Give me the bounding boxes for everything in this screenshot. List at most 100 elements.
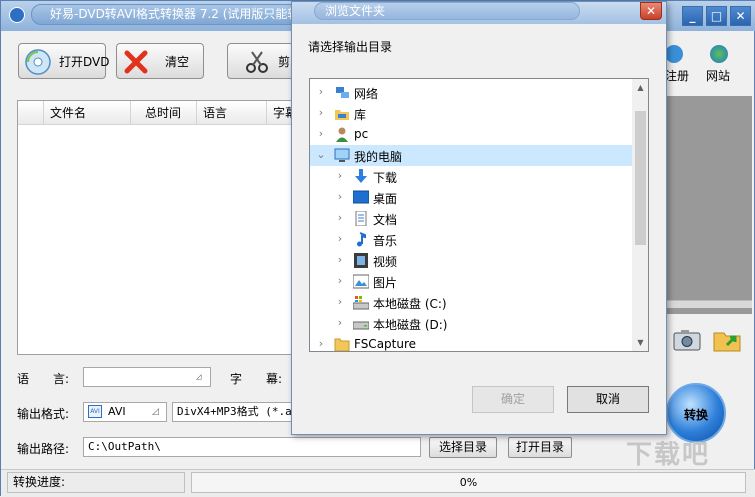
website-label[interactable]: 网站 [706,67,730,84]
close-button[interactable]: ✕ [730,6,751,26]
output-path-label: 输出路径: [17,442,70,456]
minimize-button[interactable]: _ [682,6,703,26]
file-list[interactable]: 文件名 总时间 语言 字幕 [17,100,292,355]
chevron-right-icon[interactable]: › [316,338,326,350]
tree-item-label: 图片 [373,276,398,290]
tree-item[interactable]: › 本地磁盘 (D:) [310,313,632,334]
chevron-right-icon[interactable]: › [335,191,345,203]
scroll-up-icon[interactable]: ▲ [632,79,648,96]
tree-item[interactable]: › 网络 [310,82,632,103]
globe-icon[interactable] [710,45,728,63]
chevron-right-icon[interactable]: › [335,296,345,308]
maximize-icon: □ [710,9,723,23]
browse-folder-dialog: 浏览文件夹 ✕ 请选择输出目录 › 网络 › 库 › pc ⌄ 我的电脑 › 下载 › 桌面 › 文档 › 音… [291,1,667,435]
dialog-close-button[interactable]: ✕ [640,2,662,20]
tree-item-label: 我的电脑 [354,150,403,164]
tree-item[interactable]: › FSCapture [310,334,632,351]
column-filename[interactable]: 文件名 [44,101,131,125]
main-window: 好易-DVD转AVI格式转换器 7.2 (试用版只能转 _ □ ✕ 打开DVD … [0,0,755,497]
music-icon [353,232,369,247]
chevron-right-icon[interactable]: › [335,254,345,266]
picture-icon [352,274,370,289]
tree-item[interactable]: › 音乐 [310,229,632,250]
chevron-right-icon[interactable]: › [335,317,345,329]
desktop-icon [352,190,370,205]
ok-button[interactable]: 确定 [472,386,554,413]
minimize-icon: _ [689,9,696,23]
clear-label: 清空 [165,55,190,69]
folder-tree[interactable]: › 网络 › 库 › pc ⌄ 我的电脑 › 下载 › 桌面 › 文档 › 音乐 › 视频 › 图片 › 本地磁盘 (C:… [309,78,649,352]
open-directory-button[interactable]: 打开目录 [508,437,572,458]
tree-item[interactable]: › 桌面 [310,187,632,208]
output-format-value: AVI [108,405,126,418]
convert-button[interactable]: 转换 [666,383,726,443]
system-drive-icon [352,295,370,310]
tree-item[interactable]: › 本地磁盘 (C:) [310,292,632,313]
tree-item[interactable]: ⌄ 我的电脑 [310,145,632,166]
open-dvd-button[interactable]: 打开DVD [18,43,110,79]
progress-bar: 0% [191,472,746,493]
maximize-button[interactable]: □ [706,6,727,26]
output-format-select[interactable]: AVI AVI ◿ [83,402,167,422]
clear-button[interactable]: 清空 [116,43,204,79]
cut-button[interactable]: 剪 [227,43,297,79]
convert-label: 转换 [683,408,708,422]
file-list-header: 文件名 总时间 语言 字幕 [18,101,291,125]
tree-item-label: 本地磁盘 (D:) [373,318,448,332]
camera-icon[interactable] [673,329,701,351]
column-duration[interactable]: 总时间 [131,101,197,125]
dropdown-arrow-icon: ◿ [196,372,202,382]
user-icon [334,127,350,142]
close-icon: ✕ [735,9,746,23]
column-subtitle[interactable]: 字幕 [267,101,291,125]
tree-item-label: 网络 [354,87,379,101]
chevron-down-icon[interactable]: ⌄ [316,149,326,161]
output-path-input[interactable]: C:\OutPath\ [83,437,421,457]
tree-item-label: 下载 [373,171,398,185]
dialog-title-bar: 浏览文件夹 ✕ [292,2,666,24]
tree-item-label: 库 [354,108,367,122]
language-select[interactable]: ◿ [83,367,211,387]
chevron-right-icon[interactable]: › [316,107,326,119]
chevron-right-icon[interactable]: › [316,128,326,140]
tree-item[interactable]: › 库 [310,103,632,124]
chevron-right-icon[interactable]: › [335,212,345,224]
document-icon [353,210,369,227]
column-language[interactable]: 语言 [197,101,267,125]
tree-item-label: pc [354,127,369,141]
output-format-label: 输出格式: [17,407,70,421]
open-dvd-label: 打开DVD [59,55,110,69]
scroll-down-icon[interactable]: ▼ [632,334,648,351]
choose-directory-button[interactable]: 选择目录 [429,437,497,458]
tree-item[interactable]: › 图片 [310,271,632,292]
register-label[interactable]: 注册 [665,67,689,84]
cut-label: 剪 [278,55,291,69]
column-check[interactable] [18,101,44,125]
tree-item[interactable]: › pc [310,124,632,145]
tree-item[interactable]: › 视频 [310,250,632,271]
chevron-right-icon[interactable]: › [335,275,345,287]
progress-percent: 0% [459,476,478,489]
scrollbar-thumb[interactable] [635,111,646,245]
chevron-right-icon[interactable]: › [335,233,345,245]
language-label: 语 言: [17,372,70,386]
register-icon[interactable] [665,45,683,63]
tree-item-label: 视频 [373,255,398,269]
app-logo-icon [9,7,25,23]
dialog-prompt: 请选择输出目录 [308,40,393,54]
tree-item[interactable]: › 文档 [310,208,632,229]
tree-scrollbar[interactable]: ▲ ▼ [632,79,648,351]
video-preview [664,96,752,314]
tree-item-label: 音乐 [373,234,398,248]
cancel-button[interactable]: 取消 [567,386,649,413]
computer-icon [334,148,350,163]
chevron-right-icon[interactable]: › [335,170,345,182]
watermark-logo: 下载吧 [626,441,711,469]
preview-slider[interactable] [664,300,752,308]
open-folder-icon[interactable] [713,327,743,353]
close-icon: ✕ [645,4,657,18]
codec-select[interactable]: DivX4+MP3格式 (*.avi [172,402,292,422]
chevron-right-icon[interactable]: › [316,86,326,98]
output-path-value: C:\OutPath\ [88,440,161,453]
tree-item[interactable]: › 下载 [310,166,632,187]
